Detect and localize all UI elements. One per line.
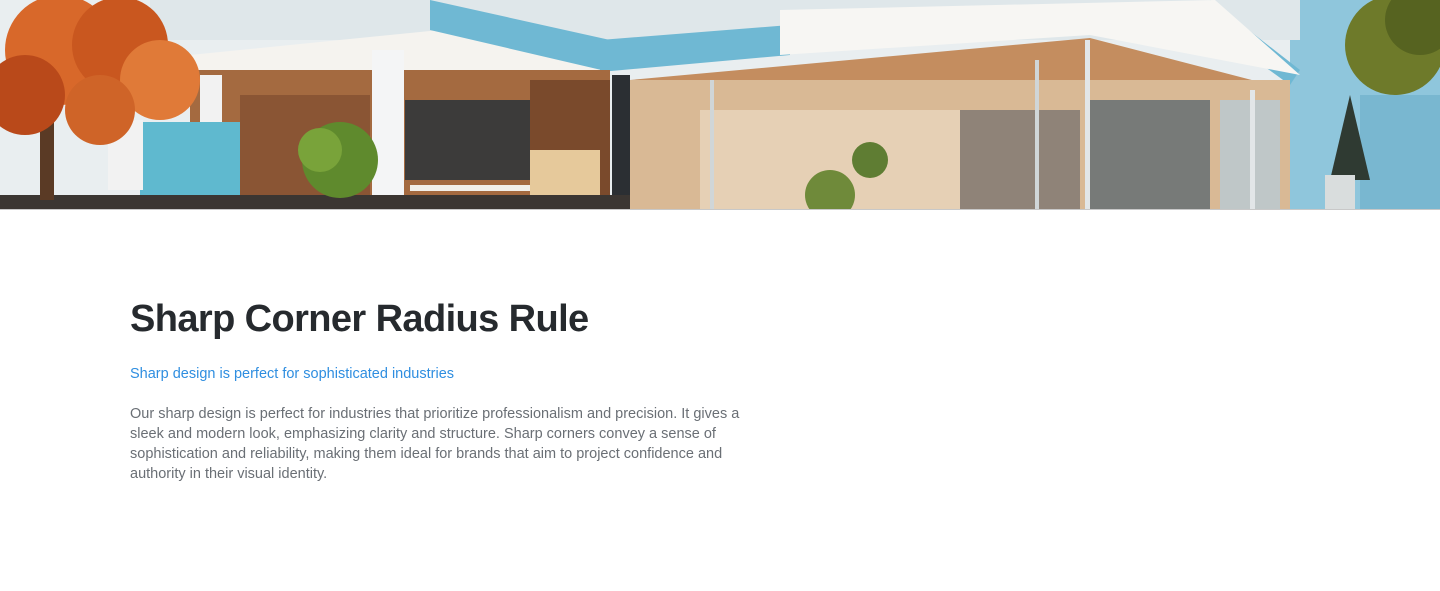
hero-image: [0, 0, 1440, 210]
content-section: Sharp Corner Radius Rule Sharp design is…: [130, 296, 760, 484]
page-title: Sharp Corner Radius Rule: [130, 298, 589, 340]
subtitle-link[interactable]: Sharp design is perfect for sophisticate…: [130, 364, 760, 384]
page: Sharp Corner Radius Rule Sharp design is…: [0, 0, 1440, 591]
modern-house-photo-icon: [0, 0, 1440, 210]
body-paragraph: Our sharp design is perfect for industri…: [130, 406, 740, 482]
